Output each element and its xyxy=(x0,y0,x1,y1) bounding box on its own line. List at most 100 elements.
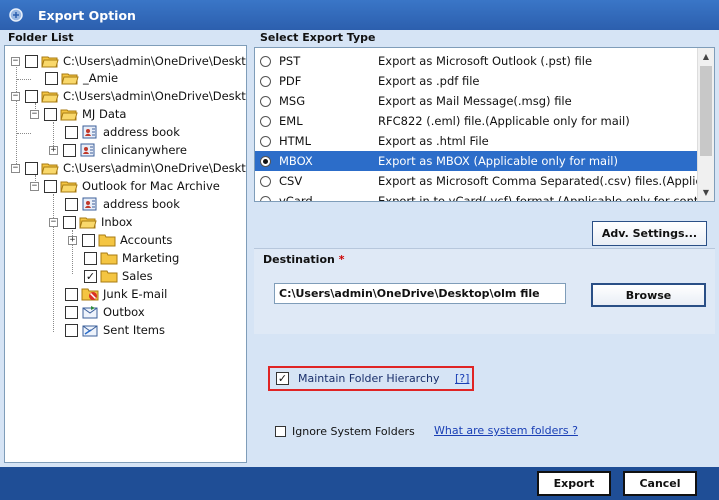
system-folders-link[interactable]: What are system folders ? xyxy=(434,424,578,437)
folder-checkbox[interactable] xyxy=(45,71,58,85)
tree-item[interactable]: + clinicanywhere xyxy=(49,141,187,159)
tree-item[interactable]: address book xyxy=(65,123,180,141)
tree-item[interactable]: Sent Items xyxy=(65,321,165,339)
tree-item-label: Sales xyxy=(122,269,153,283)
folder-checkbox[interactable] xyxy=(44,107,57,121)
folder-icon xyxy=(100,251,118,265)
scroll-up-icon[interactable]: ▲ xyxy=(698,48,714,65)
folder-list-header: Folder List xyxy=(8,31,74,44)
address-book-icon xyxy=(79,143,97,157)
folder-open-icon xyxy=(41,161,59,175)
radio-button[interactable] xyxy=(260,55,271,67)
export-button[interactable]: Export xyxy=(537,471,611,496)
maintain-hierarchy-checkbox[interactable] xyxy=(276,372,289,385)
ignore-system-folders-label: Ignore System Folders xyxy=(292,424,415,438)
tree-item-label: address book xyxy=(103,197,180,211)
tree-item[interactable]: − MJ Data xyxy=(30,105,126,123)
folder-checkbox[interactable] xyxy=(65,287,78,301)
tree-item[interactable]: _Amie xyxy=(45,69,118,87)
collapse-icon[interactable]: − xyxy=(11,91,20,101)
expand-icon[interactable]: + xyxy=(68,235,77,245)
folder-checkbox[interactable] xyxy=(25,54,38,68)
tree-item-label: Marketing xyxy=(122,251,180,265)
radio-button[interactable] xyxy=(260,115,271,127)
folder-checkbox[interactable] xyxy=(65,305,78,319)
radio-button[interactable] xyxy=(260,195,271,201)
folder-checkbox[interactable] xyxy=(63,143,76,157)
export-type-list[interactable]: PST Export as Microsoft Outlook (.pst) f… xyxy=(254,47,715,202)
outbox-icon xyxy=(81,305,99,319)
folder-open-icon xyxy=(60,107,78,121)
tree-item[interactable]: − C:\Users\admin\OneDrive\Desktop xyxy=(11,87,247,105)
tree-item-label: MJ Data xyxy=(82,107,127,121)
tree-item[interactable]: + Accounts xyxy=(68,231,172,249)
tree-item[interactable]: address book xyxy=(65,195,180,213)
cancel-button[interactable]: Cancel xyxy=(623,471,697,496)
hierarchy-help-link[interactable]: [?] xyxy=(455,372,469,385)
radio-button[interactable] xyxy=(260,75,271,87)
collapse-icon[interactable]: − xyxy=(30,181,39,191)
window-title: Export Option xyxy=(38,7,136,23)
maintain-hierarchy-highlight: Maintain Folder Hierarchy [?] xyxy=(268,366,474,391)
tree-item[interactable]: − C:\Users\admin\OneDrive\Desktop xyxy=(11,52,247,70)
folder-tree[interactable]: − C:\Users\admin\OneDrive\Desktop _Amie … xyxy=(4,45,247,463)
ignore-system-folders-checkbox[interactable] xyxy=(275,425,286,437)
folder-checkbox[interactable] xyxy=(82,233,95,247)
folder-checkbox[interactable] xyxy=(65,197,78,211)
folder-icon xyxy=(100,269,118,283)
folder-checkbox[interactable] xyxy=(84,269,97,283)
collapse-icon[interactable]: − xyxy=(11,163,20,173)
tree-item-label: Junk E-mail xyxy=(103,287,168,301)
destination-path-input[interactable]: C:\Users\admin\OneDrive\Desktop\olm file xyxy=(274,283,566,304)
tree-item-label: Outlook for Mac Archive xyxy=(82,179,220,193)
scroll-thumb[interactable] xyxy=(700,66,712,156)
address-book-icon xyxy=(81,197,99,211)
folder-open-icon xyxy=(41,89,59,103)
radio-button[interactable] xyxy=(260,175,271,187)
junk-mail-icon xyxy=(81,287,99,301)
export-option-csv[interactable]: CSV Export as Microsoft Comma Separated(… xyxy=(255,171,714,191)
tree-item[interactable]: − C:\Users\admin\OneDrive\Desktop xyxy=(11,159,246,177)
tree-item[interactable]: Marketing xyxy=(84,249,179,267)
radio-button-selected[interactable] xyxy=(260,155,271,167)
collapse-icon[interactable]: − xyxy=(49,217,58,227)
folder-checkbox[interactable] xyxy=(25,89,38,103)
adv-settings-button[interactable]: Adv. Settings... xyxy=(592,221,707,246)
export-option-pdf[interactable]: PDF Export as .pdf file xyxy=(255,71,697,91)
radio-button[interactable] xyxy=(260,135,271,147)
tree-item-label: Outbox xyxy=(103,305,145,319)
browse-button[interactable]: Browse xyxy=(591,283,706,307)
folder-checkbox[interactable] xyxy=(65,323,78,337)
export-option-mbox[interactable]: MBOX Export as MBOX (Applicable only for… xyxy=(255,151,697,171)
tree-item[interactable]: Outbox xyxy=(65,303,145,321)
scroll-down-icon[interactable]: ▼ xyxy=(698,184,714,201)
folder-open-icon xyxy=(61,71,79,85)
folder-checkbox[interactable] xyxy=(44,179,57,193)
tree-item[interactable]: − Outlook for Mac Archive xyxy=(30,177,220,195)
export-option-pst[interactable]: PST Export as Microsoft Outlook (.pst) f… xyxy=(255,51,697,71)
folder-checkbox[interactable] xyxy=(84,251,97,265)
tree-item-label: clinicanywhere xyxy=(101,143,187,157)
export-option-html[interactable]: HTML Export as .html File xyxy=(255,131,697,151)
export-option-eml[interactable]: EML RFC822 (.eml) file.(Applicable only … xyxy=(255,111,697,131)
tree-item-label: C:\Users\admin\OneDrive\Desktop xyxy=(63,89,247,103)
ignore-system-folders-option[interactable]: Ignore System Folders xyxy=(275,423,415,439)
folder-checkbox[interactable] xyxy=(65,125,78,139)
tree-item[interactable]: Sales xyxy=(84,267,153,285)
tree-item-label: address book xyxy=(103,125,180,139)
collapse-icon[interactable]: − xyxy=(11,56,20,66)
folder-checkbox[interactable] xyxy=(25,161,38,175)
radio-button[interactable] xyxy=(260,95,271,107)
collapse-icon[interactable]: − xyxy=(30,109,39,119)
tree-item[interactable]: Junk E-mail xyxy=(65,285,167,303)
export-type-scrollbar[interactable]: ▲ ▼ xyxy=(697,48,714,201)
sent-items-icon xyxy=(81,323,99,337)
destination-label: Destination * xyxy=(263,253,345,266)
folder-checkbox[interactable] xyxy=(63,215,76,229)
inbox-icon xyxy=(79,215,97,229)
tree-item-label: C:\Users\admin\OneDrive\Desktop xyxy=(63,54,247,68)
tree-item[interactable]: − Inbox xyxy=(49,213,132,231)
expand-icon[interactable]: + xyxy=(49,145,58,155)
export-option-vcard[interactable]: vCard Export in to vCard(.vcf) format.(A… xyxy=(255,191,714,201)
export-option-msg[interactable]: MSG Export as Mail Message(.msg) file xyxy=(255,91,697,111)
